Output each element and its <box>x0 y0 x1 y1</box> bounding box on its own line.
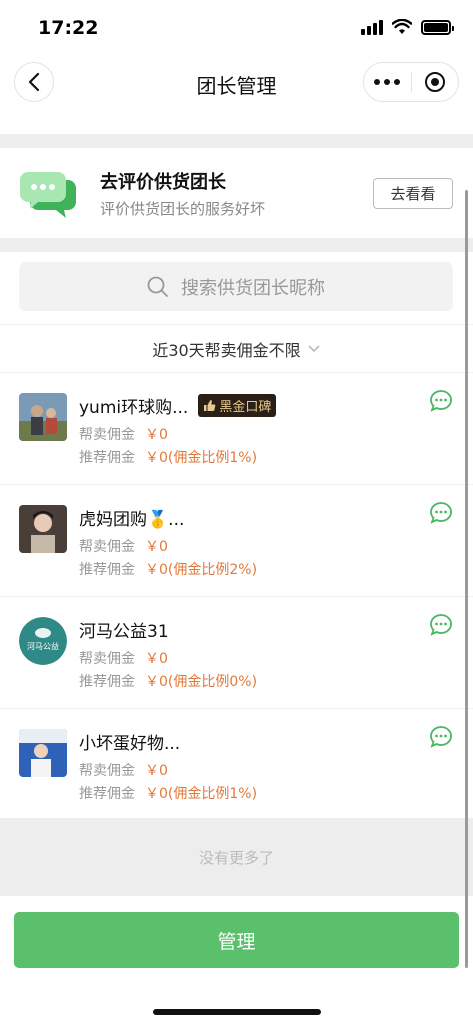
referral-commission: 推荐佣金 ￥0(佣金比例2%) <box>79 562 258 578</box>
nav-bar: 团长管理 <box>0 56 473 110</box>
list-item[interactable]: 小坏蛋好物... 帮卖佣金 ￥0 推荐佣金 ￥0(佣金比例1%) <box>0 708 473 820</box>
chat-icon[interactable] <box>429 389 453 413</box>
close-program-button[interactable] <box>412 63 459 101</box>
leader-name-row: 河马公益31 <box>79 617 169 642</box>
chat-icon[interactable] <box>429 501 453 525</box>
search-icon <box>147 276 168 297</box>
sell-commission: 帮卖佣金 ￥0 <box>79 763 168 779</box>
chevron-down-icon <box>308 344 320 352</box>
avatar: 河马公益 <box>19 617 67 665</box>
thumbs-up-icon <box>204 400 216 411</box>
leader-name: 小坏蛋好物... <box>79 734 181 754</box>
leader-name: yumi环球购... <box>79 398 189 418</box>
sell-commission: 帮卖佣金 ￥0 <box>79 427 168 443</box>
bottom-bar: 管理 <box>0 896 473 1024</box>
avatar <box>19 393 67 441</box>
leader-section: 搜索供货团长昵称 近30天帮卖佣金不限 yumi环球购... 黑金口碑 帮卖佣金… <box>0 252 473 818</box>
leader-name-row: 小坏蛋好物... <box>79 729 180 754</box>
avatar <box>19 729 67 777</box>
target-icon <box>424 72 445 92</box>
list-item[interactable]: yumi环球购... 黑金口碑 帮卖佣金 ￥0 推荐佣金 ￥0(佣金比例1%) <box>0 372 473 484</box>
filter-label: 近30天帮卖佣金不限 <box>152 340 301 360</box>
reputation-badge: 黑金口碑 <box>198 394 277 417</box>
evaluate-card: 去评价供货团长 评价供货团长的服务好坏 去看看 <box>0 148 473 238</box>
leader-name-row: 虎妈团购🥇... <box>79 505 184 530</box>
evaluate-subtitle: 评价供货团长的服务好坏 <box>100 200 266 218</box>
battery-icon <box>421 19 454 35</box>
scrollbar[interactable] <box>465 190 468 968</box>
leader-name: 河马公益31 <box>79 622 169 642</box>
list-item[interactable]: 河马公益 河马公益31 帮卖佣金 ￥0 推荐佣金 ￥0(佣金比例0%) <box>0 596 473 708</box>
status-icons <box>361 19 454 35</box>
no-more-text: 没有更多了 <box>0 818 473 896</box>
chat-bubbles-icon <box>20 172 76 218</box>
leader-name: 虎妈团购🥇... <box>79 510 185 530</box>
badge-label: 黑金口碑 <box>219 400 272 415</box>
chat-icon[interactable] <box>429 613 453 637</box>
go-see-button[interactable]: 去看看 <box>373 178 453 209</box>
evaluate-title: 去评价供货团长 <box>100 172 226 193</box>
sell-commission: 帮卖佣金 ￥0 <box>79 539 168 555</box>
status-bar: 17:22 <box>0 0 473 56</box>
sell-commission: 帮卖佣金 ￥0 <box>79 651 168 667</box>
more-button[interactable] <box>364 63 411 101</box>
mini-program-capsule <box>363 62 459 102</box>
signal-icon <box>361 19 383 35</box>
avatar-text: 河马公益 <box>27 641 59 651</box>
leader-name-row: yumi环球购... 黑金口碑 <box>79 393 277 418</box>
search-input[interactable]: 搜索供货团长昵称 <box>19 262 453 311</box>
chat-icon[interactable] <box>429 725 453 749</box>
leader-list: yumi环球购... 黑金口碑 帮卖佣金￥0 推荐佣金￥0(佣金比例1%) <box>0 372 473 820</box>
commission-filter[interactable]: 近30天帮卖佣金不限 <box>0 324 473 372</box>
referral-commission: 推荐佣金 ￥0(佣金比例1%) <box>79 786 258 802</box>
list-item[interactable]: 虎妈团购🥇... 帮卖佣金 ￥0 推荐佣金 ￥0(佣金比例2%) <box>0 484 473 596</box>
wifi-icon <box>392 19 412 34</box>
manage-button[interactable]: 管理 <box>14 912 459 968</box>
referral-commission: 推荐佣金 ￥0(佣金比例1%) <box>79 450 258 466</box>
search-placeholder: 搜索供货团长昵称 <box>181 277 325 299</box>
more-dots-icon <box>374 79 401 85</box>
home-indicator <box>153 1009 321 1015</box>
status-time: 17:22 <box>38 17 99 39</box>
previous-section-strip <box>0 110 473 134</box>
avatar <box>19 505 67 553</box>
referral-commission: 推荐佣金 ￥0(佣金比例0%) <box>79 674 258 690</box>
